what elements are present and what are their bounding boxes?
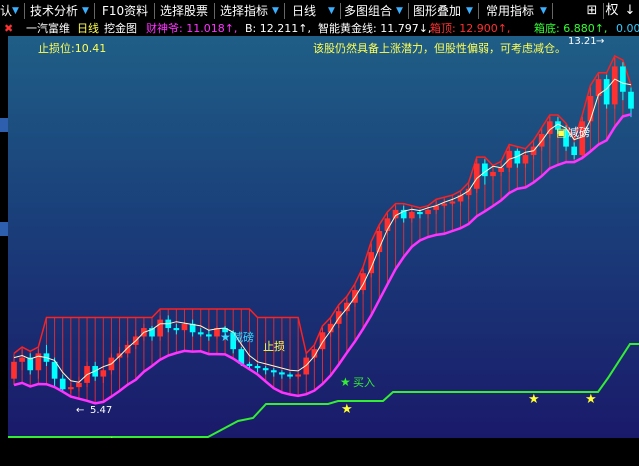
last-value: 0.00: [616, 22, 639, 35]
candle-body: [262, 368, 269, 371]
grid-icon[interactable]: ⊞: [582, 0, 602, 22]
candle-body: [620, 66, 626, 92]
toolbar-item-technical-analysis[interactable]: 技术分析: [30, 0, 78, 22]
candle-body: [319, 332, 326, 350]
close-icon[interactable]: ✖: [4, 22, 13, 36]
candle-body: [59, 378, 66, 390]
b-value: B: 12.211↑,: [245, 22, 311, 35]
candle-body: [206, 334, 212, 337]
candle-body: [67, 387, 74, 390]
candle-body: [490, 171, 496, 177]
stop-loss-level-label: 止损位:10.41: [38, 41, 106, 55]
rights-button[interactable]: 权: [604, 0, 620, 22]
toolbar-item-overlay[interactable]: 图形叠加: [413, 0, 461, 22]
toolbar-item-select-stock[interactable]: 选择股票: [160, 0, 208, 22]
candle-body: [100, 370, 107, 377]
candle-body: [76, 382, 82, 388]
kline-chart[interactable]: 止损位:10.41 该股仍然具备上涨潜力，但股性偏弱，可考虑减仓。 ★ 减磅 止…: [8, 36, 639, 438]
bottom-bar: [0, 438, 639, 466]
indicator-name: 挖金图: [104, 22, 137, 35]
candle-body: [611, 66, 618, 105]
candle-body: [441, 203, 448, 206]
candle-body: [628, 91, 634, 109]
toolbar-item-f10[interactable]: F10资料: [102, 0, 148, 22]
toolbar-item-select-indicator[interactable]: 选择指标: [220, 0, 268, 22]
candle-body: [571, 146, 578, 156]
box-top-value: 箱顶: 12.900↑,: [430, 22, 511, 35]
left-marker: [0, 222, 8, 236]
candle-body: [408, 212, 415, 219]
signal-star-icon: ★: [528, 392, 540, 407]
candle-body: [303, 357, 310, 375]
low-arrow-icon: ←: [76, 405, 84, 416]
stock-name: 一汽富维: [26, 22, 70, 35]
chevron-down-icon[interactable]: ▼: [540, 0, 547, 22]
chevron-down-icon[interactable]: ▼: [12, 0, 19, 22]
red-trend-polyline: [13, 54, 632, 355]
candle-body: [11, 361, 17, 379]
caishen-value: 财神爷: 11.018↑,: [146, 22, 238, 35]
chevron-down-icon[interactable]: ▼: [272, 0, 279, 22]
green-step-line: [8, 343, 639, 438]
candle-body: [181, 323, 188, 331]
candle-body: [157, 319, 163, 337]
left-strip: [0, 36, 8, 438]
candle-body: [246, 363, 253, 367]
toolbar: 认 ▼ 技术分析 ▼ F10资料 选择股票 选择指标 ▼ 日线 ▼ 多图组合 ▼…: [0, 0, 639, 23]
candle-body: [19, 357, 25, 362]
candle-body: [603, 79, 610, 105]
reduce-star-icon: ★: [220, 330, 231, 344]
candle-body: [287, 374, 293, 377]
red-trend-line: [13, 54, 632, 355]
reduce-flag-icon: ▣: [556, 126, 566, 139]
candle-body: [522, 155, 529, 164]
toolbar-item-0[interactable]: 认: [0, 0, 12, 22]
stop-loss-label: 止损: [263, 339, 285, 353]
chevron-down-icon[interactable]: ▼: [328, 0, 335, 22]
candle-body: [270, 370, 277, 373]
signal-star-icon: ★: [585, 392, 597, 407]
candle-body: [279, 372, 285, 375]
candle-body: [344, 302, 350, 312]
candle-body: [197, 332, 204, 335]
signal-star-icon: ★: [341, 402, 353, 417]
chevron-down-icon[interactable]: ▼: [396, 0, 403, 22]
low-price-label: 5.47: [90, 405, 112, 416]
chevron-down-icon[interactable]: ▼: [466, 0, 473, 22]
reduce-label-1: 减磅: [232, 330, 254, 344]
toolbar-item-common-indicators[interactable]: 常用指标: [486, 0, 534, 22]
toolbar-item-daily[interactable]: 日线: [292, 0, 316, 22]
box-bottom-value: 箱底: 6.880↑,: [534, 22, 608, 35]
period-label: 日线: [77, 22, 99, 35]
candle-body: [254, 366, 261, 369]
candles: [11, 58, 634, 394]
candle-body: [482, 163, 488, 177]
candle-body: [295, 374, 301, 377]
high-arrow-icon: →: [596, 36, 604, 47]
gold-line-value: 智能黄金线: 11.797↓,: [318, 22, 432, 35]
buy-label: 买入: [353, 376, 375, 389]
candle-body: [587, 95, 594, 122]
indicator-info-bar: ✖ 一汽富维 日线 挖金图 财神爷: 11.018↑, B: 12.211↑, …: [0, 22, 639, 36]
chevron-down-icon[interactable]: ▼: [82, 0, 89, 22]
advice-text: 该股仍然具备上涨潜力，但股性偏弱，可考虑减仓。: [313, 41, 566, 55]
candle-body: [498, 167, 504, 172]
arrow-down-icon[interactable]: ↓: [622, 0, 638, 22]
candle-body: [417, 212, 423, 215]
candle-body: [449, 201, 456, 204]
candle-body: [51, 361, 58, 379]
kline-svg: 止损位:10.41 该股仍然具备上涨潜力，但股性偏弱，可考虑减仓。 ★ 减磅 止…: [8, 36, 639, 438]
candle-body: [425, 209, 431, 215]
candle-body: [173, 328, 180, 331]
reduce-label-2: 减磅: [568, 125, 590, 139]
left-marker: [0, 118, 8, 132]
high-price-label: 13.21: [568, 36, 597, 47]
buy-star-icon: ★: [340, 375, 351, 389]
toolbar-item-multi-chart[interactable]: 多图组合: [344, 0, 392, 22]
